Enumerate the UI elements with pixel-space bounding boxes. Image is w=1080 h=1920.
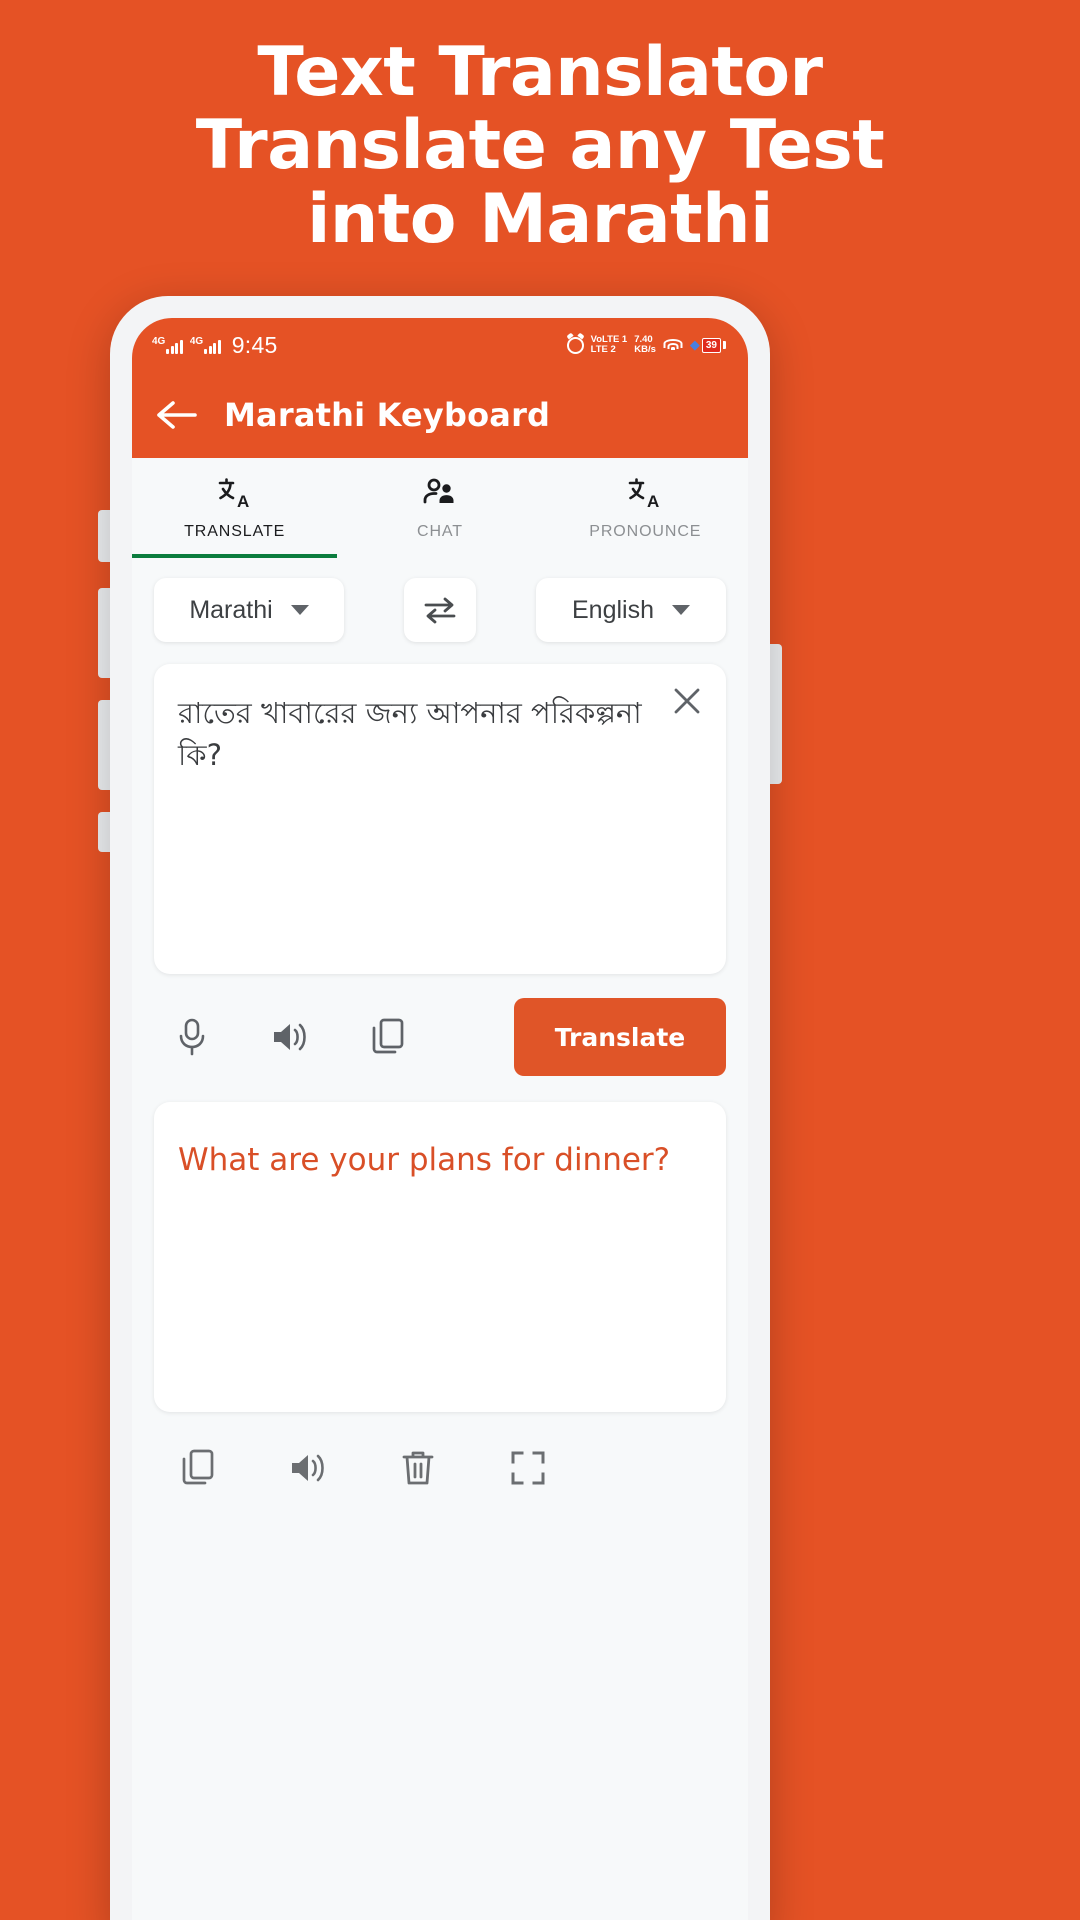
volume-up-icon (292, 1454, 324, 1482)
network-speed-unit: KB/s (634, 344, 656, 355)
volte-line-2: LTE 2 (590, 344, 616, 355)
copy-icon (182, 1449, 214, 1485)
close-icon (674, 688, 700, 714)
promo-line-1: Text Translator (257, 33, 823, 112)
source-actions-row: Translate (132, 974, 748, 1076)
signal-icon-sim2: 4G (189, 335, 221, 354)
speak-result-button[interactable] (286, 1446, 330, 1490)
translated-text: What are your plans for dinner? (178, 1142, 671, 1178)
chevron-down-icon (672, 605, 690, 615)
language-selector-row: Marathi English (132, 558, 748, 652)
source-language-dropdown[interactable]: Marathi (154, 578, 344, 642)
source-text: রাতের খাবারের জন্য আপনার পরিকল্পনা কি? (178, 696, 642, 773)
promo-screenshot: Text Translator Translate any Test into … (0, 0, 1080, 1920)
page-title: Marathi Keyboard (224, 396, 551, 434)
target-language-label: English (572, 595, 654, 624)
phone-screen: 4G 4G 9:45 VoLTE 1 LTE 2 7.40 KB/s ◆ 39 … (132, 318, 748, 1920)
network-type-sim1: 4G (152, 335, 166, 347)
tab-label-chat: CHAT (417, 523, 463, 540)
clear-text-button[interactable] (666, 680, 708, 722)
tab-label-translate: TRANSLATE (184, 523, 286, 540)
arrow-left-icon (157, 401, 197, 429)
microphone-icon (179, 1018, 205, 1056)
tab-translate[interactable]: A TRANSLATE (132, 458, 338, 558)
swap-languages-button[interactable] (404, 578, 476, 642)
translate-icon: A (217, 475, 253, 511)
status-bar: 4G 4G 9:45 VoLTE 1 LTE 2 7.40 KB/s ◆ 39 (132, 318, 748, 372)
battery-level: 39 (701, 337, 721, 353)
source-language-label: Marathi (189, 595, 273, 624)
chevron-down-icon (290, 605, 309, 615)
fullscreen-button[interactable] (506, 1446, 550, 1490)
tab-bar: A TRANSLATE CHAT A PRONOUNCE (132, 458, 748, 558)
promo-line-3: into Marathi (307, 179, 773, 259)
charging-bolt-icon: ◆ (689, 337, 700, 352)
copy-icon (372, 1018, 404, 1054)
translate-icon: A (627, 475, 663, 511)
target-language-dropdown[interactable]: English (536, 578, 726, 642)
phone-mockup: 4G 4G 9:45 VoLTE 1 LTE 2 7.40 KB/s ◆ 39 … (110, 296, 770, 1920)
trash-icon (402, 1451, 434, 1485)
promo-heading: Text Translator Translate any Test into … (0, 33, 1080, 259)
svg-text:A: A (647, 492, 659, 510)
speak-source-button[interactable] (268, 1015, 312, 1059)
battery-cap-icon (723, 341, 726, 349)
tab-pronounce[interactable]: A PRONOUNCE (543, 458, 748, 558)
battery-indicator: ◆ 39 (690, 337, 726, 353)
back-button[interactable] (156, 394, 198, 436)
tab-label-pronounce: PRONOUNCE (589, 523, 702, 540)
volte-indicator: VoLTE 1 LTE 2 (591, 335, 628, 355)
source-text-card[interactable]: রাতের খাবারের জন্য আপনার পরিকল্পনা কি? (154, 664, 726, 974)
swap-horizontal-icon (424, 597, 456, 624)
volume-up-icon (274, 1023, 306, 1051)
output-actions-row (132, 1412, 748, 1490)
status-bar-clock: 9:45 (231, 331, 278, 358)
alarm-icon (566, 336, 584, 354)
people-icon (422, 475, 458, 511)
phone-power-button (768, 644, 782, 784)
copy-source-button[interactable] (366, 1015, 410, 1059)
translate-button[interactable]: Translate (514, 998, 726, 1076)
app-bar: Marathi Keyboard (132, 372, 748, 458)
promo-line-2: Translate any Test (195, 106, 885, 186)
network-type-sim2: 4G (189, 335, 204, 347)
microphone-button[interactable] (170, 1015, 214, 1059)
svg-text:A: A (237, 492, 249, 510)
wifi-icon (663, 338, 683, 353)
copy-result-button[interactable] (176, 1446, 220, 1490)
fullscreen-icon (511, 1451, 545, 1485)
delete-result-button[interactable] (396, 1446, 440, 1490)
tab-chat[interactable]: CHAT (337, 458, 542, 558)
network-speed: 7.40 KB/s (634, 335, 656, 355)
signal-icon-sim1: 4G (152, 335, 183, 354)
translated-text-card[interactable]: What are your plans for dinner? (154, 1102, 726, 1412)
